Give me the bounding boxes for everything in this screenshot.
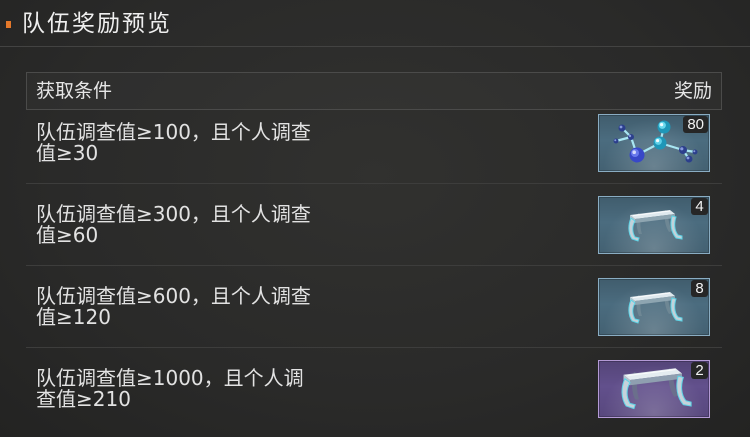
item-count-badge: 80 bbox=[683, 115, 708, 133]
reward-condition: 队伍调查值≥300，且个人调查 值≥60 bbox=[36, 201, 311, 247]
condition-line: 队伍调查值≥1000，且个人调 bbox=[36, 366, 304, 390]
column-header-condition: 获取条件 bbox=[36, 80, 113, 102]
item-count-badge: 8 bbox=[691, 279, 708, 297]
condition-line: 值≥120 bbox=[36, 304, 111, 329]
title-bar: 队伍奖励预览 bbox=[0, 0, 750, 47]
reward-item-tile[interactable]: 80 bbox=[598, 113, 710, 172]
reward-row: 队伍调查值≥100，且个人调查 值≥30 80 bbox=[26, 110, 722, 184]
item-count-badge: 2 bbox=[691, 362, 708, 379]
reward-list: 队伍调查值≥100，且个人调查 值≥30 80 队伍调查值≥300，且个人调查 … bbox=[26, 110, 722, 430]
condition-line: 队伍调查值≥600，且个人调查 bbox=[36, 283, 311, 308]
reward-row: 队伍调查值≥300，且个人调查 值≥60 4 bbox=[26, 184, 722, 266]
reward-condition: 队伍调查值≥600，且个人调查 值≥120 bbox=[36, 283, 311, 329]
condition-line: 队伍调查值≥100，且个人调查 bbox=[36, 119, 311, 144]
title-marker bbox=[6, 21, 11, 28]
reward-condition: 队伍调查值≥1000，且个人调 查值≥210 bbox=[36, 368, 304, 410]
table-header: 获取条件 奖励 bbox=[26, 72, 722, 110]
reward-item-tile[interactable]: 8 bbox=[598, 277, 710, 336]
reward-row: 队伍调查值≥600，且个人调查 值≥120 8 bbox=[26, 266, 722, 348]
reward-row: 队伍调查值≥1000，且个人调 查值≥210 2 bbox=[26, 348, 722, 430]
item-count-badge: 4 bbox=[691, 197, 708, 215]
column-header-reward: 奖励 bbox=[673, 80, 712, 102]
reward-item-tile[interactable]: 2 bbox=[598, 360, 710, 418]
condition-line: 值≥30 bbox=[36, 140, 99, 165]
reward-condition: 队伍调查值≥100，且个人调查 值≥30 bbox=[36, 119, 311, 165]
reward-item-tile[interactable]: 4 bbox=[598, 195, 710, 254]
condition-line: 队伍调查值≥300，且个人调查 bbox=[36, 201, 311, 226]
condition-line: 查值≥210 bbox=[36, 387, 131, 411]
condition-line: 值≥60 bbox=[36, 222, 99, 247]
page-title: 队伍奖励预览 bbox=[22, 11, 172, 37]
